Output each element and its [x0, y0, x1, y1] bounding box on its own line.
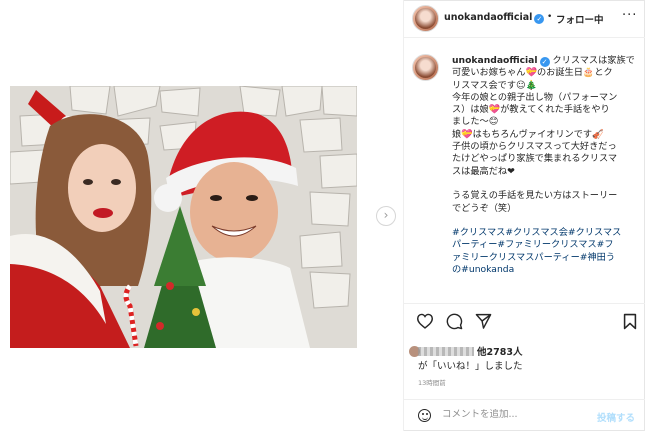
caption-avatar[interactable] — [412, 54, 439, 81]
caption-line: unokandaofficial ✓ クリスマスは家族で — [452, 55, 642, 67]
verified-badge-icon: ✓ — [539, 57, 550, 67]
liked-suffix: が「いいね！」しました — [418, 361, 523, 372]
caption-line: たけどやっぱり家族で集まれるクリスマ — [452, 153, 618, 165]
caption-username[interactable]: unokandaofficial — [452, 55, 538, 66]
post-timestamp[interactable]: 13時間前 — [418, 377, 446, 387]
likes-count[interactable]: 他2783人 — [477, 347, 522, 358]
caption-line: ました〜😊 — [452, 116, 499, 128]
caption-line-text: クリスマスは家族で — [552, 55, 635, 66]
liked-by-text: 他2783人 — [418, 344, 522, 358]
header-username[interactable]: unokandaofficial ✓ — [444, 12, 545, 24]
caption-gap — [452, 215, 642, 227]
caption-line: うる覚えの手話を見たい方はストーリー — [452, 190, 618, 202]
post-side-panel: unokandaofficial ✓ • フォロー中 ··· unokandaof… — [403, 0, 645, 431]
liker-names-blurred[interactable] — [418, 347, 474, 356]
post-comment-button[interactable]: 投稿する — [597, 410, 635, 424]
heart-icon[interactable] — [416, 313, 434, 329]
hashtag-line[interactable]: パーティー#ファミリークリスマス#フ — [452, 239, 642, 251]
verified-badge-icon: ✓ — [534, 14, 545, 24]
avatar[interactable] — [412, 5, 439, 32]
comment-input[interactable] — [442, 409, 592, 420]
caption-text: unokandaofficial ✓ クリスマスは家族で 可愛いお嫁ちゃん💝のお誕… — [452, 55, 642, 276]
comment-bar: 投稿する — [404, 400, 645, 431]
more-options-icon[interactable]: ··· — [622, 8, 637, 23]
hashtag-line[interactable]: ァミリークリスマスパーティー#神田う — [452, 252, 642, 264]
emoji-icon[interactable] — [418, 409, 431, 422]
comment-icon[interactable] — [446, 313, 463, 330]
hashtag-line[interactable]: #クリスマス#クリスマス会#クリスマス — [452, 227, 642, 239]
post-media: › — [0, 0, 403, 431]
post-header: unokandaofficial ✓ • フォロー中 ··· — [404, 0, 645, 38]
following-button[interactable]: フォロー中 — [556, 12, 604, 26]
caption-line: 娘💝はもちろんヴァイオリンです🎻 — [452, 128, 604, 140]
header-username-text[interactable]: unokandaofficial — [444, 12, 532, 23]
carousel-next-icon[interactable]: › — [376, 206, 396, 226]
caption-gap — [452, 178, 642, 190]
header-separator: • — [547, 12, 553, 22]
bookmark-icon[interactable] — [623, 313, 637, 330]
caption-line: でどうぞ（笑） — [452, 202, 517, 214]
photo-illustration — [10, 86, 357, 348]
caption-line: 子供の頃からクリスマスって大好きだっ — [452, 141, 617, 153]
action-bar — [404, 304, 645, 340]
caption-line: 可愛いお嫁ちゃん💝のお誕生日🎂とク — [452, 67, 613, 79]
caption-line: 今年の娘との親子出し物（パフォーマン — [452, 91, 618, 103]
post-caption: unokandaofficial ✓ クリスマスは家族で 可愛いお嫁ちゃん💝のお誕… — [404, 38, 645, 304]
hashtag-line[interactable]: の#unokanda — [452, 264, 642, 276]
likes-section: 他2783人 が「いいね！」しました 13時間前 — [404, 340, 645, 400]
caption-line: スは最高だね❤ — [452, 165, 515, 177]
share-icon[interactable] — [475, 313, 492, 329]
post-photo[interactable] — [10, 86, 357, 348]
caption-line: リスマス会です☺🎄 — [452, 79, 538, 91]
caption-line: ス）は娘💝が教えてくれた手話をやり — [452, 104, 610, 116]
